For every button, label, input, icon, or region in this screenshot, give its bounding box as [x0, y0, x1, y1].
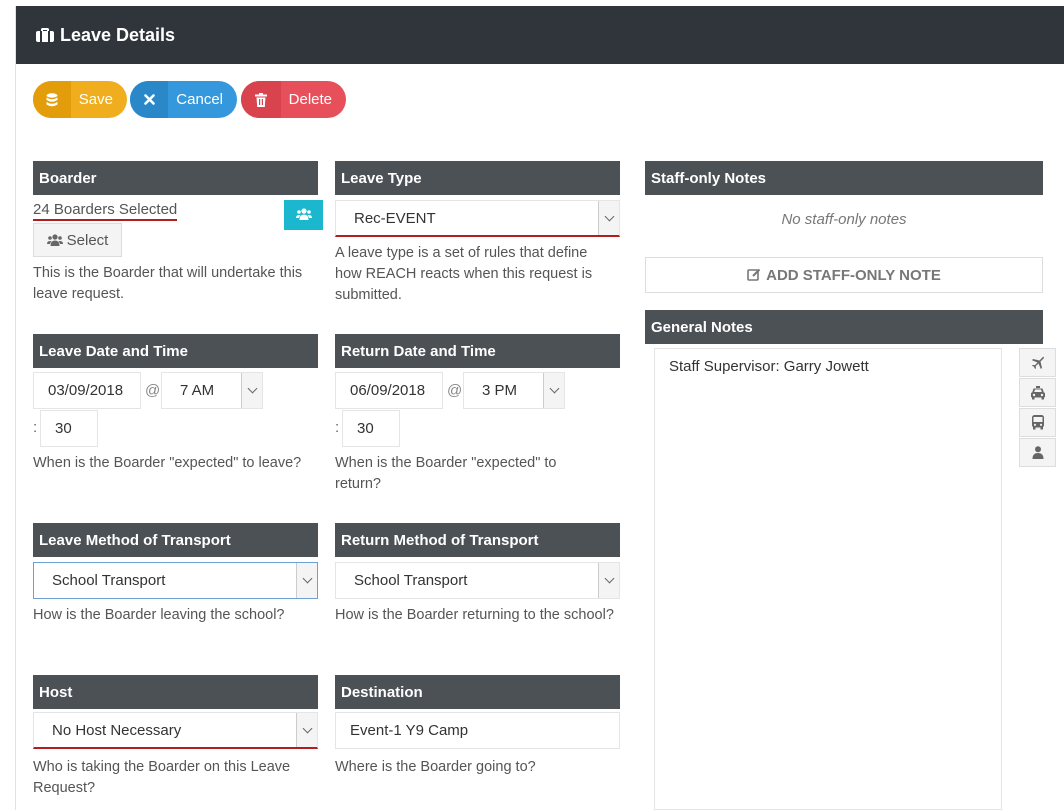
return-date-input[interactable]: 06/09/2018: [335, 372, 443, 409]
destination-input[interactable]: Event-1 Y9 Camp: [335, 712, 620, 749]
chevron-down-icon: [543, 373, 564, 408]
boarder-heading: Boarder: [33, 161, 318, 195]
destination-help: Where is the Boarder going to?: [335, 759, 536, 775]
save-label: Save: [78, 91, 113, 108]
general-notes-textarea[interactable]: Staff Supervisor: Garry Jowett: [654, 348, 1002, 810]
person-button[interactable]: [1019, 438, 1056, 467]
leave-transport-heading: Leave Method of Transport: [33, 523, 318, 557]
staff-notes-heading: Staff-only Notes: [645, 161, 1043, 195]
leave-datetime-heading: Leave Date and Time: [33, 334, 318, 368]
users-icon: [46, 234, 63, 246]
leave-type-heading: Leave Type: [335, 161, 620, 195]
taxi-button[interactable]: [1019, 378, 1056, 407]
chevron-down-icon: [296, 563, 317, 598]
trash-icon: [241, 81, 281, 118]
leave-hour-select[interactable]: 7 AM: [161, 372, 263, 409]
chevron-down-icon: [598, 201, 619, 235]
leave-type-value: Rec-EVENT: [354, 209, 436, 227]
general-notes-heading: General Notes: [645, 310, 1043, 344]
host-heading: Host: [33, 675, 318, 709]
return-hour-select[interactable]: 3 PM: [463, 372, 565, 409]
return-datetime-heading: Return Date and Time: [335, 334, 620, 368]
bus-button[interactable]: [1019, 408, 1056, 437]
boarder-help: This is the Boarder that will undertake …: [33, 265, 303, 302]
leave-transport-select[interactable]: School Transport: [33, 562, 318, 599]
users-icon: [295, 207, 312, 224]
colon-separator: :: [335, 419, 340, 436]
leave-transport-help: How is the Boarder leaving the school?: [33, 607, 285, 623]
host-value: No Host Necessary: [52, 721, 182, 739]
person-icon: [1032, 446, 1044, 459]
taxi-icon: [1030, 385, 1046, 400]
leave-type-help: A leave type is a set of rules that defi…: [335, 245, 593, 303]
cancel-label: Cancel: [176, 91, 223, 108]
return-transport-select[interactable]: School Transport: [335, 562, 620, 599]
leave-date-input[interactable]: 03/09/2018: [33, 372, 141, 409]
leave-minute-input[interactable]: 30: [40, 410, 98, 447]
return-hour-value: 3 PM: [482, 382, 518, 399]
staff-notes-empty: No staff-only notes: [781, 211, 907, 228]
boarders-selected-link[interactable]: 24 Boarders Selected: [33, 201, 178, 221]
close-icon: [130, 81, 169, 118]
briefcase-icon: [36, 28, 54, 42]
plane-button[interactable]: [1019, 348, 1056, 377]
host-help: Who is taking the Boarder on this Leave …: [33, 759, 291, 796]
chevron-down-icon: [241, 373, 262, 408]
save-button[interactable]: Save: [33, 81, 127, 118]
plane-icon: [1031, 356, 1045, 370]
edit-icon: [747, 268, 761, 282]
return-minute-input[interactable]: 30: [342, 410, 400, 447]
at-symbol: @: [447, 382, 463, 399]
return-transport-value: School Transport: [354, 572, 468, 589]
boarder-group-button[interactable]: [284, 200, 323, 230]
destination-heading: Destination: [335, 675, 620, 709]
left-border: [15, 6, 16, 810]
database-icon: [33, 81, 71, 118]
chevron-down-icon: [296, 713, 317, 747]
add-staff-note-label: ADD STAFF-ONLY NOTE: [766, 266, 941, 284]
page-title: Leave Details: [60, 24, 176, 45]
delete-button[interactable]: Delete: [241, 81, 346, 118]
chevron-down-icon: [598, 563, 619, 598]
select-label: Select: [66, 231, 109, 249]
at-symbol: @: [145, 382, 161, 399]
leave-datetime-help: When is the Boarder "expected" to leave?: [33, 455, 302, 471]
page-header: Leave Details: [16, 6, 1064, 64]
return-transport-heading: Return Method of Transport: [335, 523, 620, 557]
cancel-button[interactable]: Cancel: [130, 81, 237, 118]
add-staff-note-button[interactable]: ADD STAFF-ONLY NOTE: [645, 257, 1043, 293]
colon-separator: :: [33, 419, 38, 436]
return-datetime-help: When is the Boarder "expected" to return…: [335, 455, 557, 492]
leave-transport-value: School Transport: [52, 572, 166, 589]
select-boarder-button[interactable]: Select: [33, 223, 122, 257]
host-select[interactable]: No Host Necessary: [33, 712, 318, 749]
bus-icon: [1031, 415, 1045, 430]
leave-hour-value: 7 AM: [180, 382, 215, 399]
return-transport-help: How is the Boarder returning to the scho…: [335, 607, 614, 623]
delete-label: Delete: [288, 91, 332, 108]
leave-type-select[interactable]: Rec-EVENT: [335, 200, 620, 237]
general-notes-text: Staff Supervisor: Garry Jowett: [669, 358, 869, 375]
